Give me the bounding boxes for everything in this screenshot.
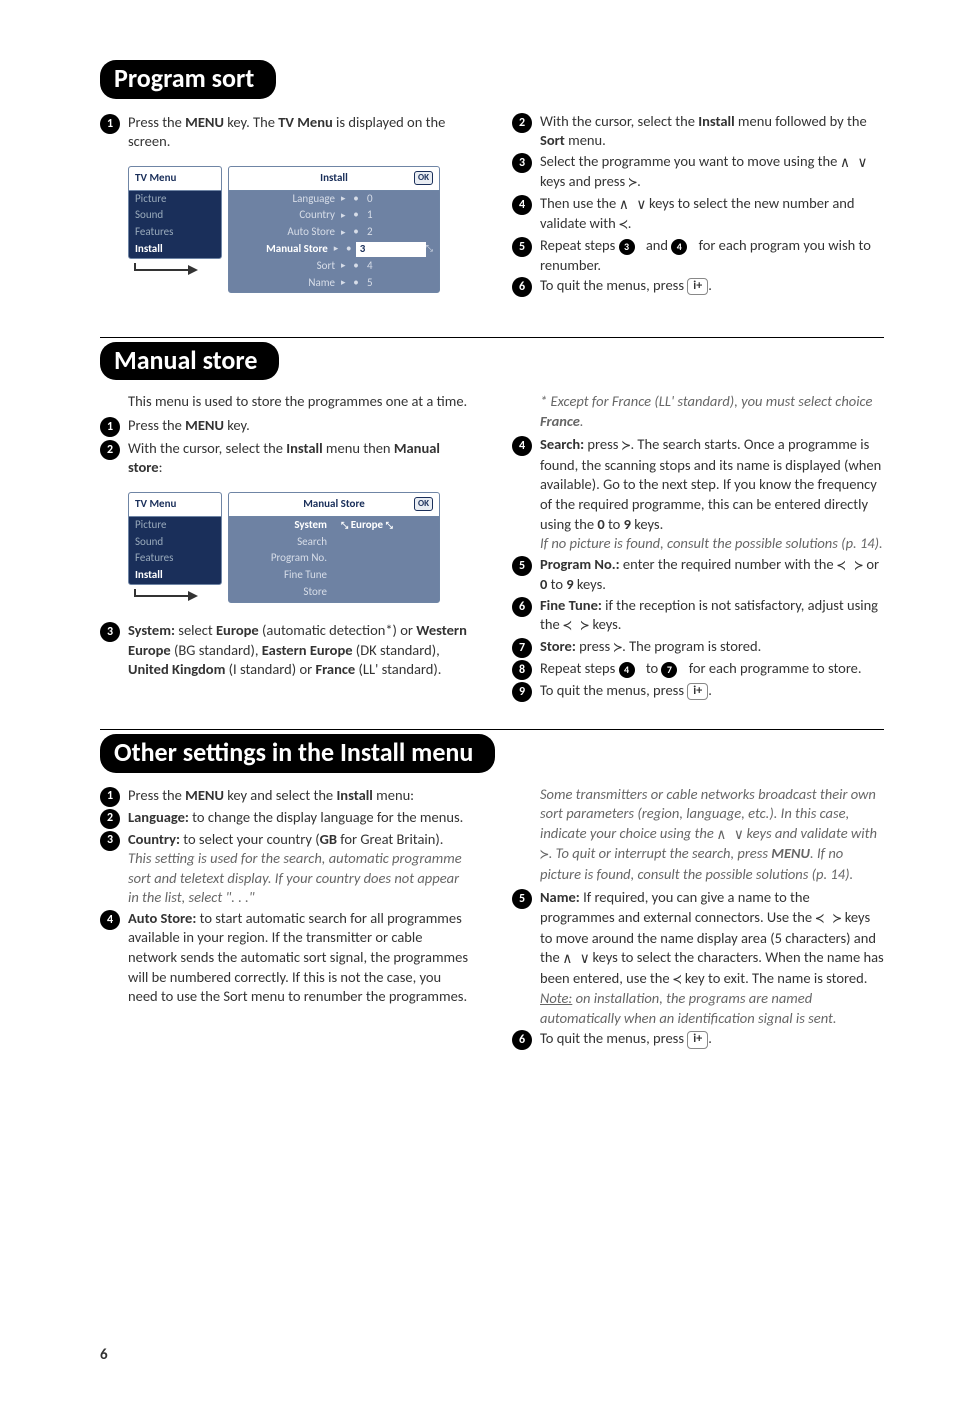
s3-step4: Auto Store: to start automatic search fo… bbox=[128, 909, 472, 1007]
page-number: 6 bbox=[100, 1345, 108, 1365]
info-key-icon: i+ bbox=[687, 1031, 708, 1049]
info-key-icon: i+ bbox=[687, 278, 708, 296]
tv-menu-mock-manual: TV Menu Picture Sound Features Install M… bbox=[128, 492, 472, 603]
mock2-row: System⤡ Europe ⤡ bbox=[229, 517, 439, 534]
s2-step5: Program No.: enter the required number w… bbox=[540, 555, 884, 595]
s2-step1: Press the MENU key. bbox=[128, 416, 472, 436]
s1-step1: 1 Press the MENU key. The TV Menu is dis… bbox=[100, 113, 472, 152]
mock1-row: Name▸•5 bbox=[229, 275, 439, 292]
bullet-1: 1 bbox=[100, 114, 120, 134]
s2-france-note: * Except for France (LL' standard), you … bbox=[540, 392, 884, 431]
s3-step1: Press the MENU key and select the Instal… bbox=[128, 786, 472, 806]
mock2-row: Store bbox=[229, 584, 439, 601]
section-title-manual-store: Manual store bbox=[100, 342, 279, 381]
ok-icon: OK bbox=[414, 171, 433, 185]
mock1-row: Manual Store▸•3⤡ bbox=[229, 241, 439, 258]
left-arrow-icon: ≺ bbox=[619, 216, 628, 236]
s2-step8: Repeat steps 4 to 7 for each programme t… bbox=[540, 659, 884, 679]
mock2-row: Search bbox=[229, 534, 439, 551]
mock1-row: Language▸•0 bbox=[229, 191, 439, 208]
s3-step2: Language: to change the display language… bbox=[128, 808, 472, 828]
s3-right-note: Some transmitters or cable networks broa… bbox=[540, 785, 884, 885]
mock-arrow-icon bbox=[128, 263, 222, 277]
s2-step2: With the cursor, select the Install menu… bbox=[128, 439, 472, 478]
s1-step3: Select the programme you want to move us… bbox=[540, 152, 884, 193]
s1-step6: To quit the menus, press i+. bbox=[540, 276, 884, 296]
s1-step1-text: Press the MENU key. The TV Menu is displ… bbox=[128, 113, 472, 152]
s2-step7: Store: press ≻. The program is stored. bbox=[540, 637, 884, 658]
tv-menu-mock-install: TV Menu Picture Sound Features Install I… bbox=[128, 166, 472, 293]
s3-step5: Name: If required, you can give a name t… bbox=[540, 888, 884, 1028]
s1-step4: Then use the ∧ ∨ keys to select the new … bbox=[540, 194, 884, 235]
s2-step9: To quit the menus, press i+. bbox=[540, 681, 884, 701]
s2-step3: System: select Europe (automatic detecti… bbox=[128, 621, 472, 680]
s1-step5: Repeat steps 3 and 4 for each program yo… bbox=[540, 236, 884, 275]
mock2-row: Fine Tune bbox=[229, 567, 439, 584]
s1-step2: With the cursor, select the Install menu… bbox=[540, 112, 884, 151]
mock-arrow-icon bbox=[128, 589, 222, 603]
mock1-row: Sort▸•4 bbox=[229, 258, 439, 275]
info-key-icon: i+ bbox=[687, 683, 708, 701]
up-down-icon: ∧ ∨ bbox=[841, 154, 867, 174]
mock1-row: Country▸•1 bbox=[229, 207, 439, 224]
right-arrow-icon: ≻ bbox=[628, 174, 637, 194]
mock2-row: Program No. bbox=[229, 550, 439, 567]
s2-step6: Fine Tune: if the reception is not satis… bbox=[540, 596, 884, 636]
s2-intro: This menu is used to store the programme… bbox=[128, 392, 472, 412]
mock1-row: Auto Store▸•2 bbox=[229, 224, 439, 241]
up-down-icon: ∧ ∨ bbox=[620, 196, 646, 216]
ok-icon: OK bbox=[414, 497, 433, 511]
s2-step4: Search: press ≻. The search starts. Once… bbox=[540, 435, 884, 553]
section-title-other-settings: Other settings in the Install menu bbox=[100, 734, 495, 773]
s3-step3: Country: to select your country (GB for … bbox=[128, 830, 472, 908]
section-title-program-sort: Program sort bbox=[100, 60, 276, 99]
mock1-left-header: TV Menu bbox=[129, 167, 221, 191]
s3-step6: To quit the menus, press i+. bbox=[540, 1029, 884, 1049]
